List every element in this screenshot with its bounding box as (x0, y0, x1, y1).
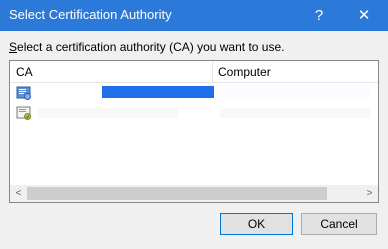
instruction-rest: elect a certification authority (CA) you… (17, 40, 285, 54)
access-key-letter: S (9, 40, 18, 54)
list-header: CA Computer (10, 61, 378, 83)
selected-ca-name (102, 86, 214, 98)
cancel-button[interactable]: Cancel (301, 213, 377, 235)
window-title: Select Certification Authority (9, 7, 172, 22)
computer-name (220, 87, 370, 99)
ok-button[interactable]: OK (220, 213, 293, 235)
ca-name (38, 108, 178, 118)
list-item[interactable] (10, 84, 378, 102)
chevron-left-icon[interactable]: < (10, 185, 27, 202)
chevron-right-icon[interactable]: > (361, 185, 378, 202)
column-header-ca[interactable]: CA (10, 61, 213, 83)
instruction-text: Select a certification authority (CA) yo… (9, 40, 284, 54)
certificate-authority-icon (16, 85, 32, 101)
ca-list[interactable]: CA Computer < > (9, 60, 379, 203)
computer-name (220, 108, 370, 118)
certificate-authority-icon (16, 105, 32, 121)
scrollbar-thumb[interactable] (27, 187, 327, 200)
help-button[interactable]: ? (304, 0, 334, 31)
close-button[interactable]: ✕ (344, 0, 384, 31)
horizontal-scrollbar[interactable]: < > (10, 185, 378, 202)
title-bar[interactable]: Select Certification Authority ? ✕ (0, 0, 388, 31)
select-ca-dialog: Select Certification Authority ? ✕ Selec… (0, 0, 388, 249)
column-header-computer[interactable]: Computer (213, 61, 378, 83)
list-item[interactable] (10, 104, 378, 122)
